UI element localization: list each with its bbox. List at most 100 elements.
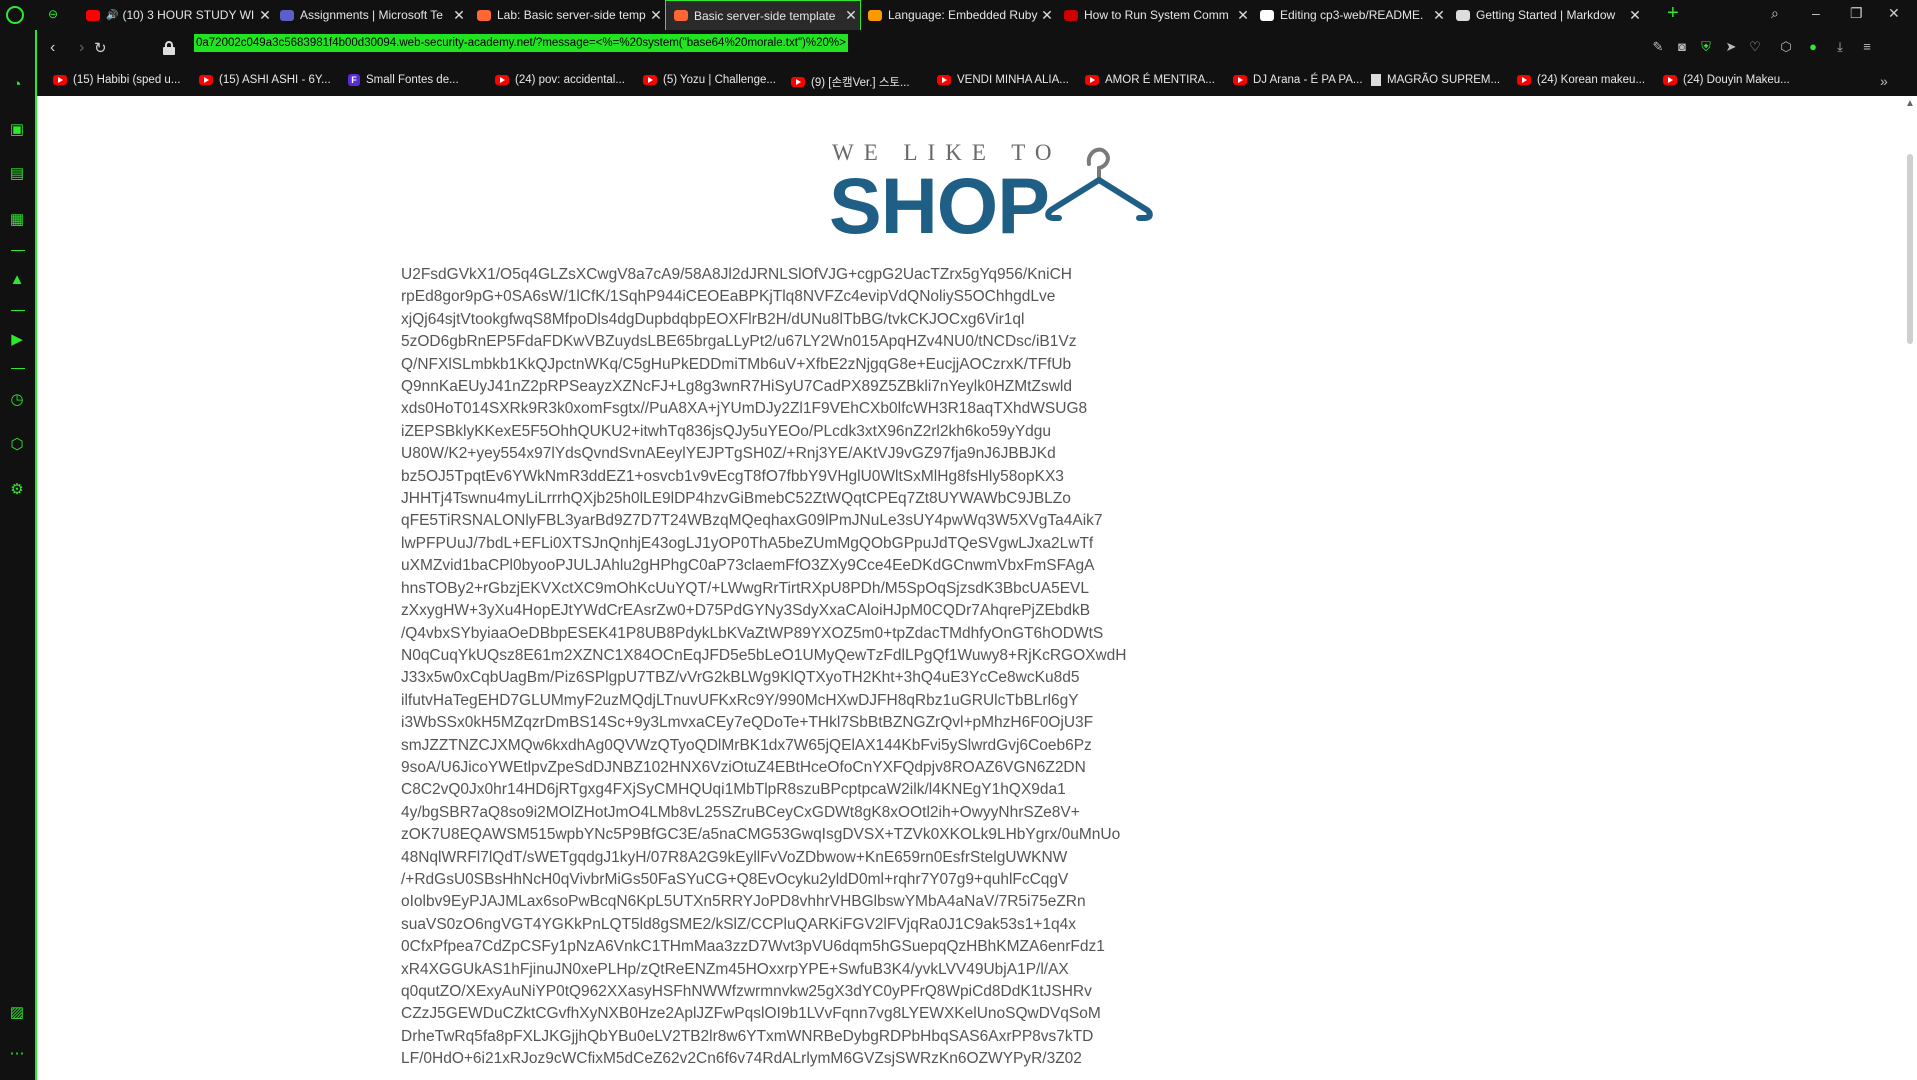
tab-title: (10) 3 HOUR STUDY WI bbox=[122, 8, 255, 22]
tab[interactable]: Lab: Basic server-side temp ✕ bbox=[469, 0, 665, 30]
lock-icon[interactable] bbox=[163, 41, 175, 55]
github-icon bbox=[1260, 9, 1274, 21]
youtube-icon bbox=[791, 77, 805, 87]
close-tab-icon[interactable]: ✕ bbox=[1430, 7, 1448, 24]
bookmark-item[interactable]: (24) Douyin Makeu... bbox=[1663, 74, 1790, 86]
bookmark-item[interactable]: (15) Habibi (sped u... bbox=[53, 74, 180, 86]
news-icon[interactable]: ▦ bbox=[9, 212, 25, 228]
heart-icon[interactable]: ♡ bbox=[1747, 39, 1763, 55]
bookmark-label: Small Fontes de... bbox=[366, 74, 459, 86]
hanger-icon bbox=[1045, 147, 1153, 221]
bookmark-label: AMOR É MENTIRA... bbox=[1105, 74, 1215, 86]
ruby-icon bbox=[1064, 9, 1078, 21]
web-page: WE LIKE TO SHOP U2FsdGVkX1/O5q4GLZsXCwgV… bbox=[37, 96, 1917, 1080]
gx-corner-icon[interactable]: ▣ bbox=[9, 122, 25, 138]
markdown-icon bbox=[1456, 9, 1470, 21]
bookmark-item[interactable]: F Small Fontes de... bbox=[348, 74, 459, 86]
bookmark-item[interactable]: (24) pov: accidental... bbox=[495, 74, 625, 86]
output-line: lwPFPUuJ/7bdL+EFLi0XTSJnQnhjE43ogLJ1yOP0… bbox=[401, 534, 1094, 552]
output-line: bz5OJ5TpqtEv6YWkNmR3ddEZ1+osvcb1v9vEcgT8… bbox=[401, 467, 1064, 485]
close-tab-icon[interactable]: ✕ bbox=[450, 7, 468, 24]
reload-button[interactable]: ↻ bbox=[94, 39, 107, 57]
tab[interactable]: How to Run System Comm ✕ bbox=[1056, 0, 1252, 30]
minimize-button[interactable]: – bbox=[1812, 5, 1820, 21]
tab-title: Basic server-side template bbox=[694, 8, 836, 23]
cube-icon[interactable]: ⬡ bbox=[1778, 39, 1794, 55]
output-line: DrheTwRq5fa8pFXLJKGjjhQbYBu0eLV2TB2lr8w6… bbox=[401, 1027, 1094, 1045]
close-tab-icon[interactable]: ✕ bbox=[842, 7, 860, 24]
portswigger-icon bbox=[674, 10, 688, 21]
tab[interactable]: Editing cp3-web/README. ✕ bbox=[1252, 0, 1448, 30]
output-line: zOK7U8EQAWSM515wpbYNc5P9BfGC3E/a5naCMG53… bbox=[401, 826, 1121, 844]
restore-button[interactable]: ❐ bbox=[1850, 5, 1863, 22]
url-field[interactable]: 0a72002c049a3c5683981f4b00d30094.web-sec… bbox=[194, 34, 848, 52]
bookmark-item[interactable]: AMOR É MENTIRA... bbox=[1085, 74, 1215, 86]
close-tab-icon[interactable]: ✕ bbox=[647, 7, 665, 24]
tab[interactable]: Language: Embedded Ruby ✕ bbox=[860, 0, 1056, 30]
close-tab-icon[interactable]: ✕ bbox=[1626, 7, 1644, 24]
twitch-icon[interactable]: ▤ bbox=[9, 166, 25, 182]
forward-button[interactable]: › bbox=[79, 39, 84, 57]
history-icon[interactable]: ◷ bbox=[9, 392, 25, 408]
gx-shop-icon[interactable]: ▲ bbox=[9, 272, 25, 288]
new-tab-button[interactable]: + bbox=[1667, 2, 1679, 25]
output-line: Q9nnKaEUyJ41nZ2pRPSeayzXZNcFJ+Lg8g3wnR7H… bbox=[401, 378, 1072, 396]
bookmark-item[interactable]: MAGRÃO SUPREM... bbox=[1371, 74, 1500, 86]
back-button[interactable]: ‹ bbox=[50, 39, 55, 57]
edit-icon[interactable]: ✎ bbox=[1650, 39, 1666, 55]
menu-icon[interactable]: ≡ bbox=[1859, 39, 1875, 55]
fontes-icon: F bbox=[348, 74, 360, 86]
search-tabs-icon[interactable]: ⌕ bbox=[1771, 5, 1779, 22]
gamepad-icon[interactable]: ⊖ bbox=[45, 7, 61, 21]
bookmark-item[interactable]: (5) Yozu | Challenge... bbox=[643, 74, 776, 86]
tab-active[interactable]: Basic server-side template ✕ bbox=[665, 0, 861, 30]
bookmark-item[interactable]: (9) [손캠Ver.] 스토... bbox=[791, 74, 910, 90]
youtube-icon bbox=[1517, 75, 1531, 85]
vpn-shield-icon[interactable]: ⛨ bbox=[1698, 39, 1714, 55]
gallery-icon[interactable]: ▨ bbox=[9, 1005, 25, 1021]
close-window-button[interactable]: ✕ bbox=[1888, 5, 1900, 22]
youtube-icon bbox=[1663, 75, 1677, 85]
settings-icon[interactable]: ⚙ bbox=[9, 482, 25, 498]
bookmark-label: (15) Habibi (sped u... bbox=[73, 74, 181, 86]
bookmark-label: (24) Korean makeu... bbox=[1537, 74, 1646, 86]
bookmark-item[interactable]: VENDI MINHA ALIA... bbox=[937, 74, 1069, 86]
shop-logo[interactable]: WE LIKE TO SHOP bbox=[795, 136, 1175, 250]
bookmark-item[interactable]: (24) Korean makeu... bbox=[1517, 74, 1645, 86]
output-line: hnsTOBy2+rGbzjEKVXctXC9mOhKcUuYQT/+LWwgR… bbox=[401, 579, 1089, 597]
close-tab-icon[interactable]: ✕ bbox=[1038, 7, 1056, 24]
bookmark-label: VENDI MINHA ALIA... bbox=[957, 74, 1069, 86]
page-scrollbar[interactable]: ▲ bbox=[1902, 96, 1917, 1080]
youtube-icon bbox=[53, 75, 67, 85]
bookmark-label: (24) pov: accidental... bbox=[515, 74, 625, 86]
speaker-icon[interactable]: 🔊 bbox=[106, 10, 118, 21]
more-bookmarks-icon[interactable]: » bbox=[1880, 73, 1888, 89]
output-line: qFE5TiRSNALONlyFBL3yarBd9Z7D7T24WBzqMQeq… bbox=[401, 512, 1103, 530]
scrollbar-thumb[interactable] bbox=[1907, 154, 1913, 344]
profile-icon[interactable]: ● bbox=[1805, 39, 1821, 55]
camera-icon[interactable]: ◙ bbox=[1674, 39, 1690, 55]
tab[interactable]: Assignments | Microsoft Te ✕ bbox=[272, 0, 468, 30]
send-icon[interactable]: ➤ bbox=[1723, 39, 1739, 55]
extensions-icon[interactable]: ⬡ bbox=[9, 437, 25, 453]
bookmark-item[interactable]: (15) ASHI ASHI - 6Y... bbox=[199, 74, 331, 86]
bookmark-label: (5) Yozu | Challenge... bbox=[663, 74, 776, 86]
output-line: 0CfxPfpea7CdZpCSFy1pNzA6VnkC1THmMaa3zzD7… bbox=[401, 938, 1105, 956]
close-tab-icon[interactable]: ✕ bbox=[1234, 7, 1252, 24]
output-line: N0qCuqYkUQsz8E61m2XZNC1X84OCnEqJFD5e5bLe… bbox=[401, 646, 1127, 664]
bookmark-item[interactable]: DJ Arana - É PA PA... bbox=[1233, 74, 1363, 86]
opera-gx-logo-icon[interactable] bbox=[6, 6, 24, 24]
scroll-up-icon[interactable]: ▲ bbox=[1905, 98, 1915, 109]
teams-icon bbox=[280, 9, 294, 21]
output-line: uXMZvid1baCPl0byooPJULJAhlu2gHPhgC0aP73c… bbox=[401, 557, 1095, 575]
tab[interactable]: 🔊 (10) 3 HOUR STUDY WI ✕ bbox=[78, 0, 274, 30]
gx-control-icon[interactable]: ◔ bbox=[9, 77, 25, 93]
more-options-icon[interactable]: ⋯ bbox=[9, 1046, 25, 1062]
youtube-icon bbox=[199, 75, 213, 85]
tab-title: Editing cp3-web/README. bbox=[1280, 8, 1424, 22]
download-icon[interactable]: ⤓ bbox=[1832, 39, 1848, 55]
bookmarks-bar: (15) Habibi (sped u... (15) ASHI ASHI - 6… bbox=[37, 68, 1917, 96]
player-icon[interactable]: ▶ bbox=[9, 332, 25, 348]
tab[interactable]: Getting Started | Markdow ✕ bbox=[1448, 0, 1644, 30]
youtube-icon bbox=[495, 75, 509, 85]
